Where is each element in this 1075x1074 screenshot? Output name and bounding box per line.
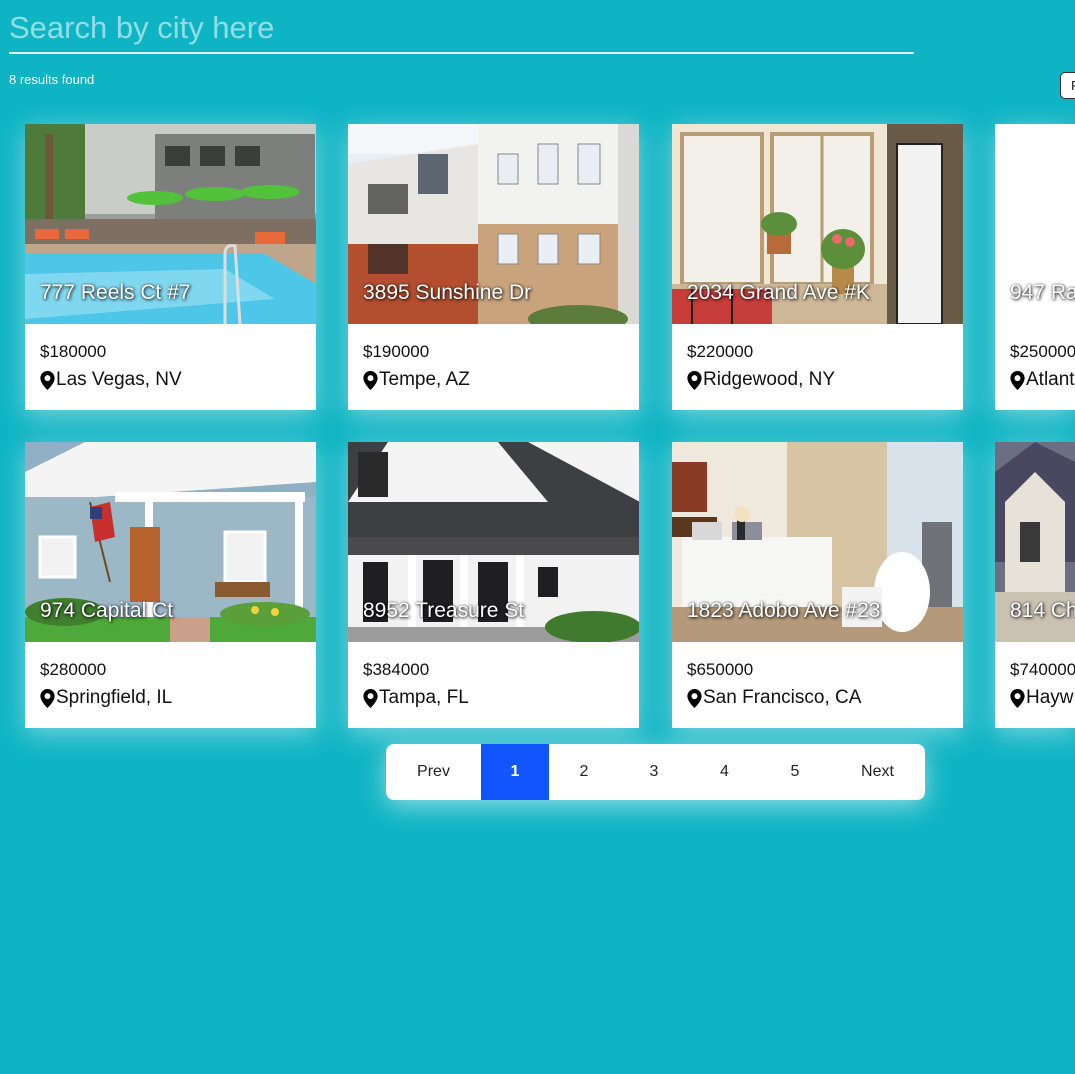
listing-card[interactable]: 2034 Grand Ave #K $220000 Ridgewood, NY: [672, 124, 963, 410]
listing-location: Atlant: [1010, 369, 1075, 391]
listing-address: 1823 Adobo Ave #23: [687, 599, 881, 622]
listing-price: $250000: [1010, 342, 1075, 361]
listing-card[interactable]: 3895 Sunshine Dr $190000 Tempe, AZ: [348, 124, 639, 410]
listing-card[interactable]: 8952 Treasure St $384000 Tampa, FL: [348, 442, 639, 728]
listing-location: Tampa, FL: [363, 687, 469, 709]
map-pin-icon: [687, 370, 702, 390]
listing-card[interactable]: 814 Ch $740000 Hayw: [995, 442, 1075, 728]
listing-location-text: San Francisco, CA: [703, 687, 862, 708]
map-pin-icon: [40, 688, 55, 708]
listing-address: 3895 Sunshine Dr: [363, 281, 532, 304]
listing-card[interactable]: 777 Reels Ct #7 $180000 Las Vegas, NV: [25, 124, 316, 410]
listing-location-text: Ridgewood, NY: [703, 369, 836, 390]
listing-photo-bedroom: 1823 Adobo Ave #23: [672, 442, 963, 642]
listing-photo-apartment: 3895 Sunshine Dr: [348, 124, 639, 324]
listing-address: 777 Reels Ct #7: [40, 281, 191, 304]
listing-price: $190000: [363, 342, 430, 361]
listing-photo-blank: 947 Ra: [995, 124, 1075, 324]
listing-card[interactable]: 947 Ra $250000 Atlant: [995, 124, 1075, 410]
listing-location-text: Atlant: [1026, 369, 1075, 390]
listing-location: Springfield, IL: [40, 687, 172, 709]
listing-location-text: Hayw: [1026, 687, 1074, 708]
listing-photo-pool: 777 Reels Ct #7: [25, 124, 316, 324]
results-count: 8 results found: [9, 72, 95, 87]
listing-address: 947 Ra: [1010, 281, 1075, 304]
listing-location: Hayw: [1010, 687, 1074, 709]
listing-address: 2034 Grand Ave #K: [687, 281, 870, 304]
listing-price: $384000: [363, 660, 430, 679]
listing-address: 814 Ch: [1010, 599, 1075, 622]
page-button-5[interactable]: 5: [760, 744, 830, 800]
listing-location: Ridgewood, NY: [687, 369, 835, 391]
map-pin-icon: [363, 688, 378, 708]
map-pin-icon: [1010, 688, 1025, 708]
listing-location: San Francisco, CA: [687, 687, 861, 709]
listing-location-text: Tempe, AZ: [379, 369, 470, 390]
page-button-1[interactable]: 1: [481, 744, 549, 800]
listing-location-text: Tampa, FL: [379, 687, 469, 708]
listing-address: 8952 Treasure St: [363, 599, 525, 622]
map-pin-icon: [363, 370, 378, 390]
prev-page-button[interactable]: Prev: [386, 744, 481, 800]
filter-button[interactable]: F: [1060, 72, 1075, 99]
listing-price: $740000: [1010, 660, 1075, 679]
pagination: Prev 1 2 3 4 5 Next: [386, 744, 925, 800]
listing-photo-interior-window: 2034 Grand Ave #K: [672, 124, 963, 324]
listing-price: $280000: [40, 660, 107, 679]
map-pin-icon: [687, 688, 702, 708]
listing-location-text: Springfield, IL: [56, 687, 173, 708]
listing-price: $220000: [687, 342, 754, 361]
map-pin-icon: [1010, 370, 1025, 390]
listing-location-text: Las Vegas, NV: [56, 369, 182, 390]
listing-price: $180000: [40, 342, 107, 361]
listing-address: 974 Capital Ct: [40, 599, 174, 622]
listing-price: $650000: [687, 660, 754, 679]
page-button-3[interactable]: 3: [619, 744, 689, 800]
listing-card[interactable]: 974 Capital Ct $280000 Springfield, IL: [25, 442, 316, 728]
next-page-button[interactable]: Next: [830, 744, 925, 800]
page-button-4[interactable]: 4: [689, 744, 760, 800]
listing-location: Tempe, AZ: [363, 369, 470, 391]
listing-photo-farmhouse: 8952 Treasure St: [348, 442, 639, 642]
listing-card[interactable]: 1823 Adobo Ave #23 $650000 San Francisco…: [672, 442, 963, 728]
search-bar: [9, 6, 914, 54]
listing-photo-victorian: 814 Ch: [995, 442, 1075, 642]
listing-photo-blue-house: 974 Capital Ct: [25, 442, 316, 642]
map-pin-icon: [40, 370, 55, 390]
search-input[interactable]: [9, 6, 914, 54]
page-button-2[interactable]: 2: [549, 744, 619, 800]
listing-location: Las Vegas, NV: [40, 369, 182, 391]
